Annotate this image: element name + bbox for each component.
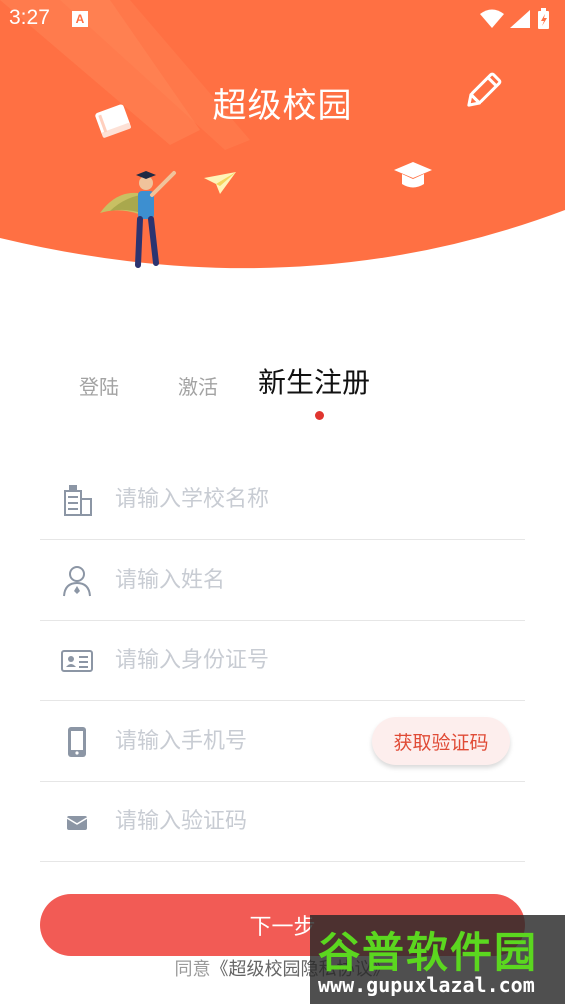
school-field-row: [40, 459, 525, 540]
pencil-icon: [467, 72, 502, 107]
id-card-field-row: [40, 620, 525, 701]
name-field-row: [40, 540, 525, 621]
active-tab-indicator: [315, 411, 324, 420]
phone-input[interactable]: [115, 719, 355, 763]
auth-tabs: 登陆 激活 新生注册: [0, 355, 565, 425]
student-illustration: [100, 171, 176, 268]
agreement-prefix: 同意: [174, 959, 211, 980]
tab-activate[interactable]: 激活: [178, 371, 218, 400]
header-background: [0, 0, 565, 269]
code-field-row: [40, 781, 525, 862]
notification-icon: A: [72, 11, 88, 27]
tab-login[interactable]: 登陆: [79, 371, 119, 400]
header-banner: 3:27 A 超级校园: [0, 0, 565, 300]
book-icon: [95, 104, 131, 138]
status-bar: 3:27 A: [0, 0, 565, 38]
phone-icon: [68, 727, 86, 757]
tab-new-student-register[interactable]: 新生注册: [258, 361, 370, 401]
get-verification-code-button[interactable]: 获取验证码: [372, 717, 510, 765]
id-card-input[interactable]: [115, 638, 425, 682]
watermark-url: www.gupuxlazal.com: [318, 973, 535, 997]
envelope-icon: [66, 816, 88, 830]
person-icon: [63, 566, 91, 597]
phone-field-row: 获取验证码: [40, 701, 525, 782]
watermark-brand: 谷普软件园: [318, 928, 539, 977]
site-watermark: 谷普软件园 www.gupuxlazal.com: [310, 915, 565, 1004]
status-time: 3:27: [9, 6, 50, 29]
status-icons: [480, 8, 549, 29]
name-input[interactable]: [115, 558, 425, 602]
building-icon: [64, 485, 92, 516]
wifi-icon: [480, 9, 504, 28]
id-card-icon: [61, 650, 93, 672]
paper-plane-icon: [204, 172, 236, 194]
graduation-cap-icon: [394, 162, 432, 188]
school-input[interactable]: [115, 477, 425, 521]
signal-icon: [510, 10, 530, 28]
verification-code-input[interactable]: [115, 799, 425, 843]
